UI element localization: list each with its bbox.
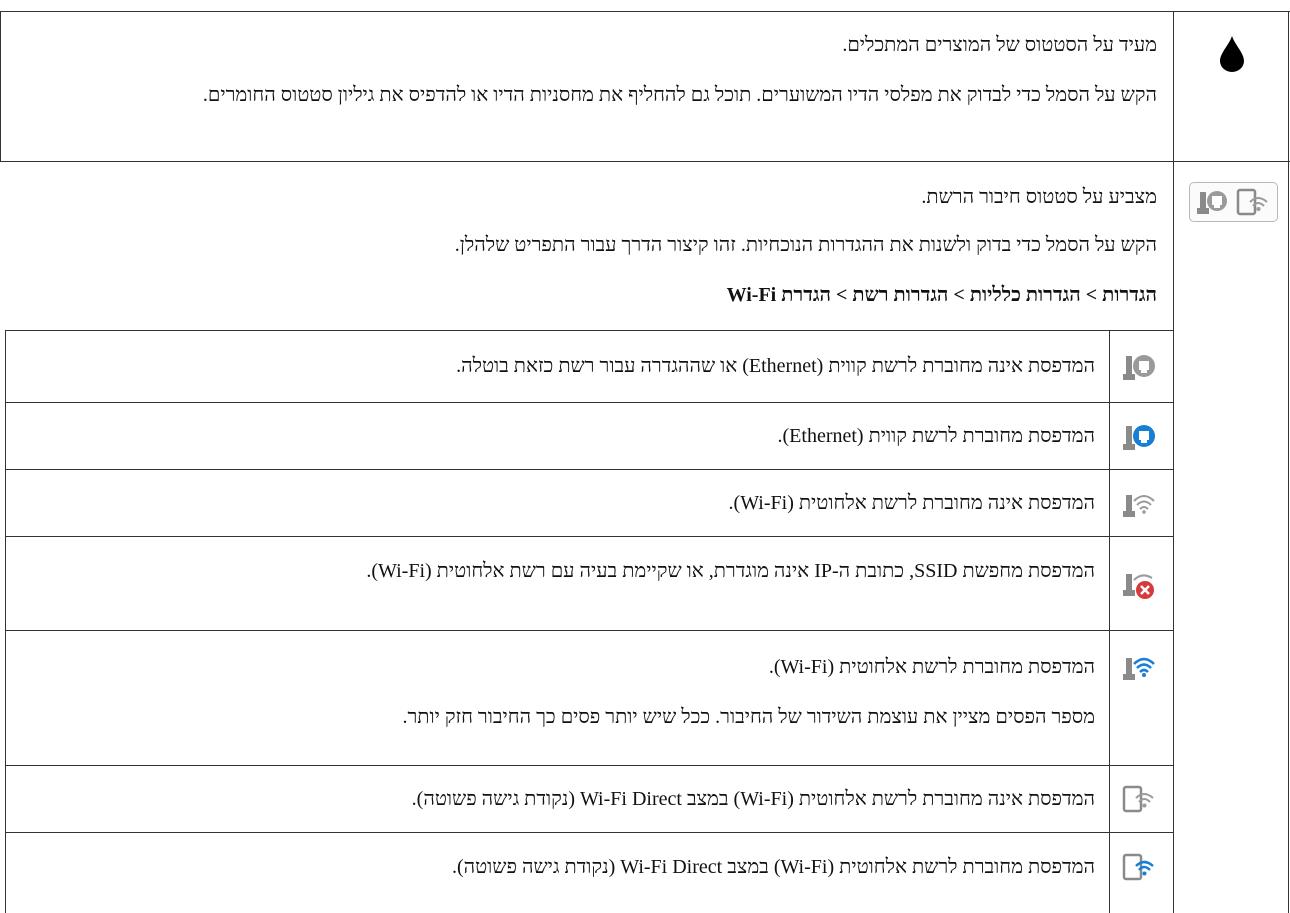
wifi-connected-icon [1123,657,1155,680]
network-menu-path: הגדרות > הגדרות כלליות > הגדרות רשת > הג… [726,284,1157,306]
ink-status-details: הקש על הסמל כדי לבדוק את מפלסי הדיו המשו… [202,84,1157,106]
row-divider [5,402,1173,403]
row-text: המדפסת מחפשת SSID, כתובת ה-IP אינה מוגדר… [366,560,1095,582]
wifi-direct-disconnected-icon [1122,785,1154,813]
row-divider [5,536,1173,537]
network-status-icon-group[interactable] [1189,182,1278,222]
row-text: המדפסת מחוברת לרשת אלחוטית (Wi-Fi) במצב … [451,856,1095,878]
ethernet-connected-icon [1123,425,1155,450]
icon-column-divider [1173,11,1174,913]
subtable-icon-divider [1109,330,1110,913]
ink-status-description: מעיד על הסטטוס של המוצרים המתכלים. [842,34,1157,56]
row-text: המדפסת אינה מחוברת לרשת קווית (Ethernet)… [456,355,1095,377]
wifi-direct-status-icon [1236,188,1268,216]
row-text: המדפסת מחוברת לרשת אלחוטית (Wi-Fi). [768,656,1095,678]
wifi-disconnected-icon [1123,495,1155,517]
icon-table: מעיד על הסטטוס של המוצרים המתכלים. הקש ע… [0,0,1290,913]
subtable-left-border [5,330,6,913]
row-text: המדפסת מחוברת לרשת קווית (Ethernet). [777,425,1096,447]
table-top-border [0,11,1290,12]
network-status-description: מצביע על סטטוס חיבור הרשת. [921,186,1157,208]
row-note: מספר הפסים מציין את עוצמת השידור של החיב… [402,706,1095,728]
table-right-border [1288,11,1289,913]
ethernet-status-icon [1197,191,1227,214]
ethernet-disconnected-icon [1123,355,1155,380]
row-text: המדפסת אינה מחוברת לרשת אלחוטית (Wi-Fi). [728,492,1095,514]
network-status-details: הקש על הסמל כדי בדוק ולשנות את ההגדרות ה… [454,234,1157,256]
ink-drop-icon [1220,36,1244,72]
row-divider [5,469,1173,470]
wifi-error-icon [1123,574,1154,599]
wifi-direct-connected-icon [1122,853,1154,881]
row-divider [5,630,1173,631]
row-divider [5,765,1173,766]
row-text: המדפסת אינה מחוברת לרשת אלחוטית (Wi-Fi) … [411,788,1095,810]
section-divider [0,161,1290,162]
row-divider [5,832,1173,833]
row-divider [5,330,1173,331]
table-left-border [0,11,1,161]
